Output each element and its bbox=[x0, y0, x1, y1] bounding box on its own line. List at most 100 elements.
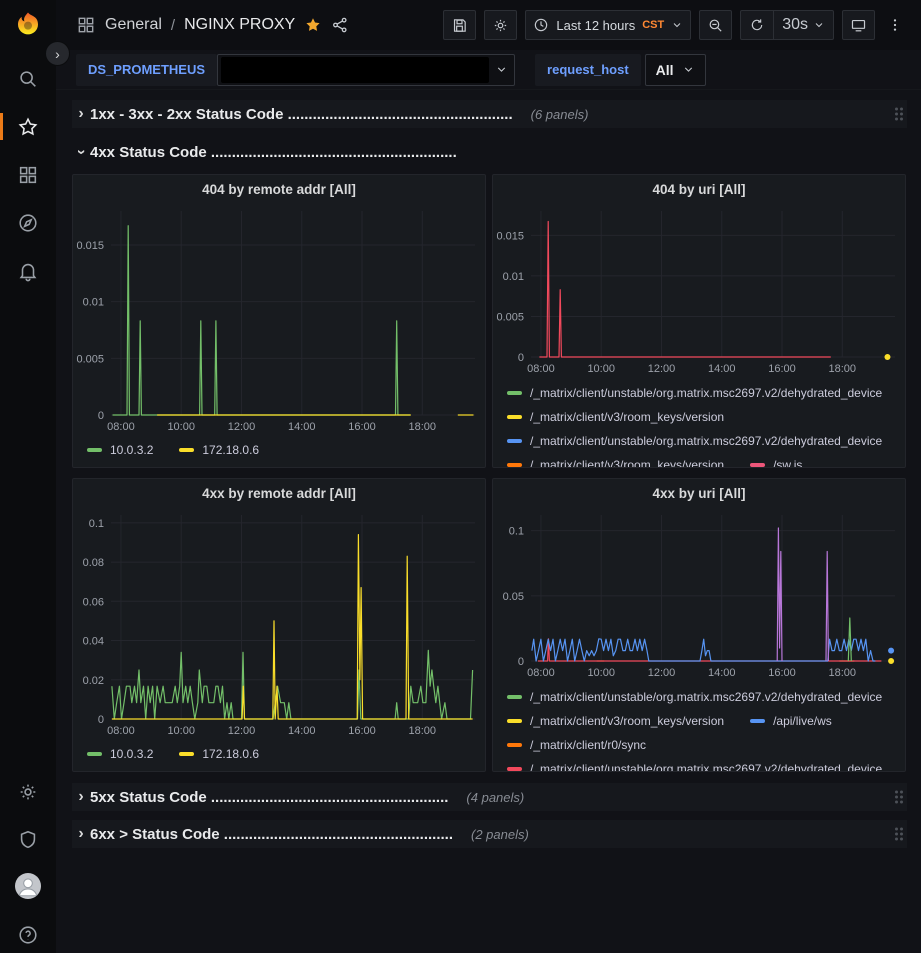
legend-swatch bbox=[179, 448, 194, 452]
time-range-picker[interactable]: Last 12 hours CST bbox=[525, 10, 691, 40]
request-host-value: All bbox=[656, 62, 674, 78]
svg-text:0.08: 0.08 bbox=[83, 557, 104, 569]
sidebar-item-configuration[interactable] bbox=[0, 777, 56, 807]
legend-label: 172.18.0.6 bbox=[202, 443, 259, 457]
legend-swatch bbox=[507, 463, 522, 467]
breadcrumb-dashboard-title[interactable]: NGINX PROXY bbox=[184, 16, 295, 34]
sidebar-item-alerting[interactable] bbox=[0, 256, 56, 286]
row-panel-count: (6 panels) bbox=[531, 107, 589, 122]
request-host-select[interactable]: All bbox=[645, 54, 706, 86]
panel-title[interactable]: 4xx by uri [All] bbox=[493, 479, 905, 507]
legend-item[interactable]: /api/live/ws bbox=[750, 714, 832, 728]
legend-label: 172.18.0.6 bbox=[202, 747, 259, 761]
time-series-chart[interactable]: 08:0010:0012:0014:0016:0018:0000.020.040… bbox=[73, 507, 485, 739]
svg-text:18:00: 18:00 bbox=[409, 725, 437, 737]
row-panel-count: (4 panels) bbox=[466, 790, 524, 805]
svg-text:14:00: 14:00 bbox=[708, 667, 736, 679]
panel-4xx-by-uri: 4xx by uri [All] 08:0010:0012:0014:0016:… bbox=[492, 478, 906, 772]
time-series-chart[interactable]: 08:0010:0012:0014:0016:0018:0000.0050.01… bbox=[73, 203, 485, 435]
sidebar-item-help[interactable] bbox=[0, 920, 56, 950]
row-drag-handle[interactable] bbox=[895, 791, 903, 804]
legend-item[interactable]: /_matrix/client/v3/room_keys/version bbox=[507, 458, 724, 467]
svg-text:12:00: 12:00 bbox=[648, 667, 676, 679]
row-6xx[interactable]: › 6xx > Status Code ....................… bbox=[72, 820, 907, 848]
chevron-right-icon: › bbox=[72, 788, 90, 806]
share-icon[interactable] bbox=[331, 16, 349, 34]
grafana-logo[interactable] bbox=[13, 10, 43, 40]
dashboards-icon bbox=[76, 15, 96, 35]
panel-legend: 10.0.3.2 172.18.0.6 bbox=[73, 739, 485, 771]
sidebar-item-explore[interactable] bbox=[0, 208, 56, 238]
svg-text:0.1: 0.1 bbox=[509, 526, 524, 538]
row-1xx-3xx-2xx[interactable]: › 1xx - 3xx - 2xx Status Code ..........… bbox=[72, 100, 907, 128]
legend-item[interactable]: /_matrix/client/r0/sync bbox=[507, 738, 646, 752]
legend-item[interactable]: 172.18.0.6 bbox=[179, 747, 259, 761]
chevron-down-icon bbox=[813, 19, 825, 31]
legend-label: /sw.js bbox=[773, 458, 802, 467]
dashboard-settings-button[interactable] bbox=[484, 10, 517, 40]
sidebar-item-profile[interactable] bbox=[0, 871, 56, 901]
refresh-button[interactable] bbox=[741, 11, 773, 39]
sidebar-item-server-admin[interactable] bbox=[0, 825, 56, 855]
grafana-flame-icon bbox=[13, 10, 43, 40]
legend-row: /_matrix/client/unstable/org.matrix.msc2… bbox=[507, 685, 905, 709]
legend-item[interactable]: /sw.js bbox=[750, 458, 802, 467]
svg-text:16:00: 16:00 bbox=[348, 421, 376, 433]
legend-swatch bbox=[507, 743, 522, 747]
dashboard-content: › 1xx - 3xx - 2xx Status Code ..........… bbox=[56, 90, 921, 953]
row-4xx[interactable]: › 4xx Status Code ......................… bbox=[72, 138, 907, 166]
svg-text:16:00: 16:00 bbox=[348, 725, 376, 737]
legend-swatch bbox=[507, 695, 522, 699]
chevron-right-icon: › bbox=[72, 825, 90, 843]
legend-label: /_matrix/client/v3/room_keys/version bbox=[530, 458, 724, 467]
refresh-interval-dropdown[interactable]: 30s bbox=[773, 11, 833, 39]
legend-label: 10.0.3.2 bbox=[110, 443, 153, 457]
gear-icon bbox=[492, 17, 509, 34]
legend-label: /_matrix/client/unstable/org.matrix.msc2… bbox=[530, 690, 882, 704]
timezone-label: CST bbox=[642, 19, 664, 31]
sidebar-item-starred[interactable] bbox=[0, 112, 56, 142]
svg-text:10:00: 10:00 bbox=[167, 421, 195, 433]
legend-swatch bbox=[87, 448, 102, 452]
legend-row: /_matrix/client/v3/room_keys/version/api… bbox=[507, 709, 905, 733]
legend-item[interactable]: /_matrix/client/unstable/org.matrix.msc2… bbox=[507, 762, 882, 771]
save-dashboard-button[interactable] bbox=[443, 10, 476, 40]
tv-mode-button[interactable] bbox=[842, 10, 875, 40]
legend-item[interactable]: /_matrix/client/v3/room_keys/version bbox=[507, 714, 724, 728]
svg-text:12:00: 12:00 bbox=[228, 421, 256, 433]
sidebar-expand-button[interactable]: › bbox=[45, 41, 70, 66]
legend-item[interactable]: /_matrix/client/unstable/org.matrix.msc2… bbox=[507, 434, 882, 448]
time-series-chart[interactable]: 08:0010:0012:0014:0016:0018:0000.0050.01… bbox=[493, 203, 905, 377]
time-series-chart[interactable]: 08:0010:0012:0014:0016:0018:0000.050.1 bbox=[493, 507, 905, 681]
search-icon[interactable] bbox=[0, 64, 56, 94]
row-drag-handle[interactable] bbox=[895, 108, 903, 121]
zoom-out-time-button[interactable] bbox=[699, 10, 732, 40]
variables-submenu: DS_PROMETHEUS request_host All bbox=[56, 50, 921, 90]
legend-item[interactable]: /_matrix/client/unstable/org.matrix.msc2… bbox=[507, 386, 882, 400]
ds-prometheus-select[interactable] bbox=[217, 54, 515, 86]
panel-title[interactable]: 4xx by remote addr [All] bbox=[73, 479, 485, 507]
panel-title[interactable]: 404 by remote addr [All] bbox=[73, 175, 485, 203]
favorite-star-icon[interactable] bbox=[304, 16, 322, 34]
legend-swatch bbox=[750, 463, 765, 467]
sidebar-item-dashboards[interactable] bbox=[0, 160, 56, 190]
compass-icon bbox=[17, 212, 39, 234]
svg-text:10:00: 10:00 bbox=[167, 725, 195, 737]
svg-text:0.02: 0.02 bbox=[83, 675, 104, 687]
legend-item[interactable]: 10.0.3.2 bbox=[87, 747, 153, 761]
panel-404-by-uri: 404 by uri [All] 08:0010:0012:0014:0016:… bbox=[492, 174, 906, 468]
legend-swatch bbox=[507, 767, 522, 771]
legend-item[interactable]: 10.0.3.2 bbox=[87, 443, 153, 457]
svg-text:18:00: 18:00 bbox=[409, 421, 437, 433]
more-options-button[interactable] bbox=[883, 17, 907, 33]
panel-legend: 10.0.3.2 172.18.0.6 bbox=[73, 435, 485, 467]
row-5xx[interactable]: › 5xx Status Code ......................… bbox=[72, 783, 907, 811]
legend-item[interactable]: /_matrix/client/unstable/org.matrix.msc2… bbox=[507, 690, 882, 704]
legend-row: 10.0.3.2 172.18.0.6 bbox=[87, 741, 485, 767]
svg-text:18:00: 18:00 bbox=[829, 667, 857, 679]
row-drag-handle[interactable] bbox=[895, 828, 903, 841]
legend-item[interactable]: 172.18.0.6 bbox=[179, 443, 259, 457]
panel-title[interactable]: 404 by uri [All] bbox=[493, 175, 905, 203]
breadcrumb-folder[interactable]: General bbox=[105, 16, 162, 34]
legend-item[interactable]: /_matrix/client/v3/room_keys/version bbox=[507, 410, 724, 424]
